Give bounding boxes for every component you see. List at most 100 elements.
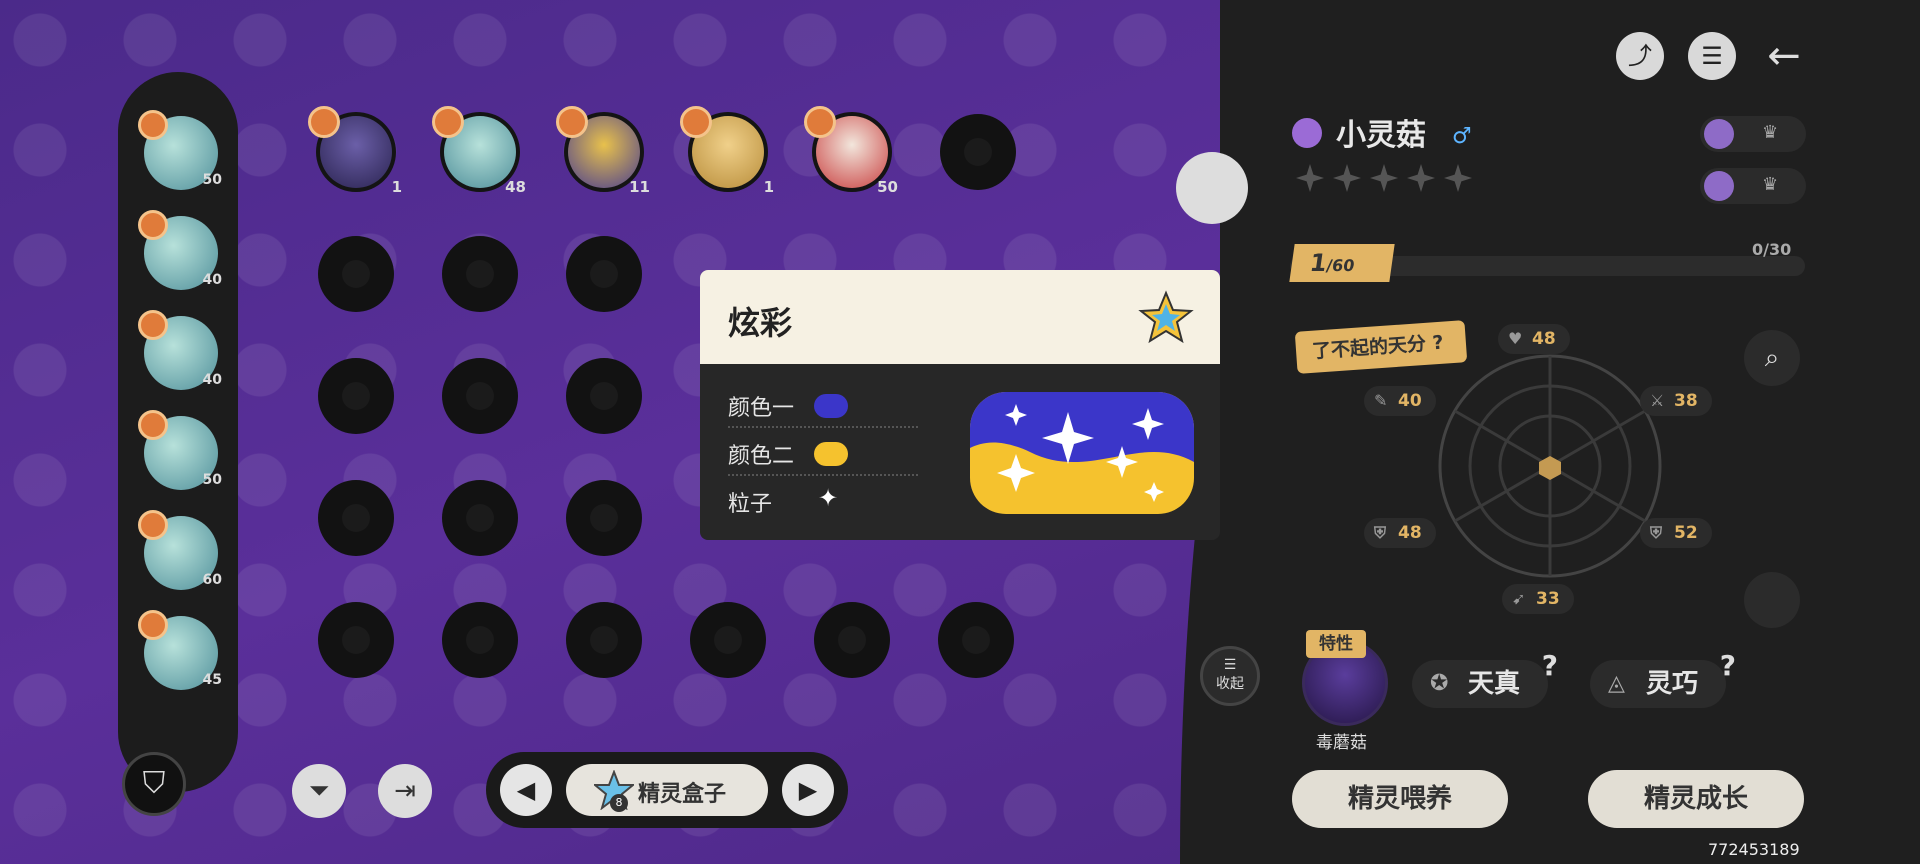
rank-badge-icon [138, 310, 168, 340]
pet-slot[interactable]: 1 [680, 106, 774, 196]
next-box-button[interactable]: ▶ [782, 764, 834, 816]
stat-def-left: ⛨ 48 [1364, 518, 1436, 548]
box-switcher: ◀ 8 精灵盒子 ▶ [486, 752, 848, 828]
color-one-label: 颜色一 [728, 396, 795, 421]
popup-title: 炫彩 [728, 304, 793, 342]
trait-name: 毒蘑菇 [1316, 733, 1367, 753]
grow-button[interactable]: 精灵成长 [1588, 770, 1804, 828]
pet-level: 50 [202, 172, 222, 188]
empty-slot[interactable] [442, 358, 518, 434]
pet-level: 60 [202, 572, 222, 588]
color-two-swatch [814, 442, 848, 466]
team-slot[interactable]: 60 [138, 510, 222, 590]
empty-slot[interactable] [690, 602, 766, 678]
stat-atk-left: ✎ 40 [1364, 386, 1436, 416]
rank-badge-icon [138, 210, 168, 240]
pet-level: 40 [202, 372, 222, 388]
empty-slot[interactable] [442, 480, 518, 556]
box-label: 精灵盒子 [638, 782, 727, 807]
color-one-row: 颜色一 [728, 382, 918, 428]
empty-slot[interactable] [814, 602, 890, 678]
shiny-popup: 炫彩 颜色一 颜色二 粒子 ✦ [700, 270, 1220, 540]
empty-slot[interactable] [566, 480, 642, 556]
ghost-type-pill[interactable]: ♛ [1700, 116, 1806, 152]
pet-level: 1 [391, 178, 402, 196]
gender-icon: ♂ [1452, 124, 1472, 149]
rank-badge-icon [432, 106, 464, 138]
team-slot[interactable]: 40 [138, 310, 222, 390]
pet-slot[interactable]: 1 [308, 106, 402, 196]
pet-level: 40 [202, 272, 222, 288]
xp-text: 0/30 [1752, 240, 1792, 259]
ghost-icon [1704, 171, 1734, 201]
ghost-type-pill-2[interactable]: ♛ [1700, 168, 1806, 204]
particle-row: 粒子 ✦ [728, 478, 918, 522]
team-slot[interactable]: 45 [138, 610, 222, 690]
rank-badge-icon [138, 410, 168, 440]
pet-level: 48 [505, 178, 526, 196]
rank-badge-icon [804, 106, 836, 138]
uid: 772453189 [1708, 840, 1800, 859]
shiny-star-icon[interactable] [1744, 572, 1800, 628]
share-icon[interactable]: ⤴ [1616, 32, 1664, 80]
pet-level: 50 [202, 472, 222, 488]
shiny-star-icon [1138, 290, 1194, 344]
rank-badge-icon [138, 110, 168, 140]
team-slot[interactable]: 50 [138, 410, 222, 490]
exit-door-icon[interactable]: ⇥ [378, 764, 432, 818]
popup-header: 炫彩 [700, 270, 1220, 364]
ghost-icon [1704, 119, 1734, 149]
pet-level: 50 [877, 178, 898, 196]
rank-badge-icon [138, 610, 168, 640]
empty-slot[interactable] [566, 602, 642, 678]
empty-slot[interactable] [318, 480, 394, 556]
crown-icon: ♛ [1762, 174, 1779, 195]
color-one-swatch [814, 394, 848, 418]
stat-radar [1438, 354, 1662, 578]
team-slot[interactable]: 40 [138, 210, 222, 290]
back-arrow-icon[interactable]: ← [1760, 32, 1808, 80]
list-icon[interactable]: ☰ [1688, 32, 1736, 80]
empty-slot[interactable] [318, 236, 394, 312]
type-badge-icon [1292, 118, 1322, 148]
empty-slot[interactable] [318, 602, 394, 678]
empty-slot[interactable] [442, 602, 518, 678]
collapse-button[interactable]: ☰ 收起 [1200, 646, 1260, 706]
color-two-label: 颜色二 [728, 444, 795, 469]
pet-slot[interactable]: 50 [804, 106, 898, 196]
filter-icon[interactable]: ⏷ [292, 764, 346, 818]
witch-hat-icon[interactable]: ⛉ [122, 752, 186, 816]
team-slot[interactable]: 50 [138, 110, 222, 190]
empty-slot[interactable] [318, 358, 394, 434]
box-selector[interactable]: 8 精灵盒子 [566, 764, 768, 816]
box-count: 8 [610, 794, 628, 812]
team-list: 50 40 40 50 60 45 [118, 72, 238, 792]
crown-icon: ♛ [1762, 122, 1779, 143]
empty-slot[interactable] [442, 236, 518, 312]
pet-slot[interactable]: 48 [432, 106, 526, 196]
trait-tag: 特性 [1306, 630, 1366, 658]
empty-slot[interactable] [940, 114, 1016, 190]
stat-speed: ➹ 33 [1502, 584, 1574, 614]
rank-badge-icon [308, 106, 340, 138]
empty-slot[interactable] [566, 358, 642, 434]
particle-label: 粒子 [728, 492, 773, 517]
empty-slot[interactable] [938, 602, 1014, 678]
color-two-row: 颜色二 [728, 430, 918, 476]
rank-badge-icon [556, 106, 588, 138]
rank-badge-icon [680, 106, 712, 138]
pet-slot[interactable]: 11 [556, 106, 650, 196]
star-rating [1296, 164, 1481, 196]
level-tag: 1/60 [1289, 244, 1395, 282]
nature-badge-1[interactable]: ✪ 天真? [1412, 649, 1558, 708]
nature-badge-2[interactable]: ◬ 灵巧? [1590, 649, 1736, 708]
stat-def-right: ⛨ 52 [1640, 518, 1712, 548]
empty-slot[interactable] [566, 236, 642, 312]
pet-level: 11 [629, 178, 650, 196]
prev-box-button[interactable]: ◀ [500, 764, 552, 816]
shiny-preview [970, 392, 1194, 514]
magnifier-icon[interactable]: ⌕ [1744, 330, 1800, 386]
pet-portrait-button[interactable] [1176, 152, 1248, 224]
feed-button[interactable]: 精灵喂养 [1292, 770, 1508, 828]
pet-level: 45 [202, 672, 222, 688]
